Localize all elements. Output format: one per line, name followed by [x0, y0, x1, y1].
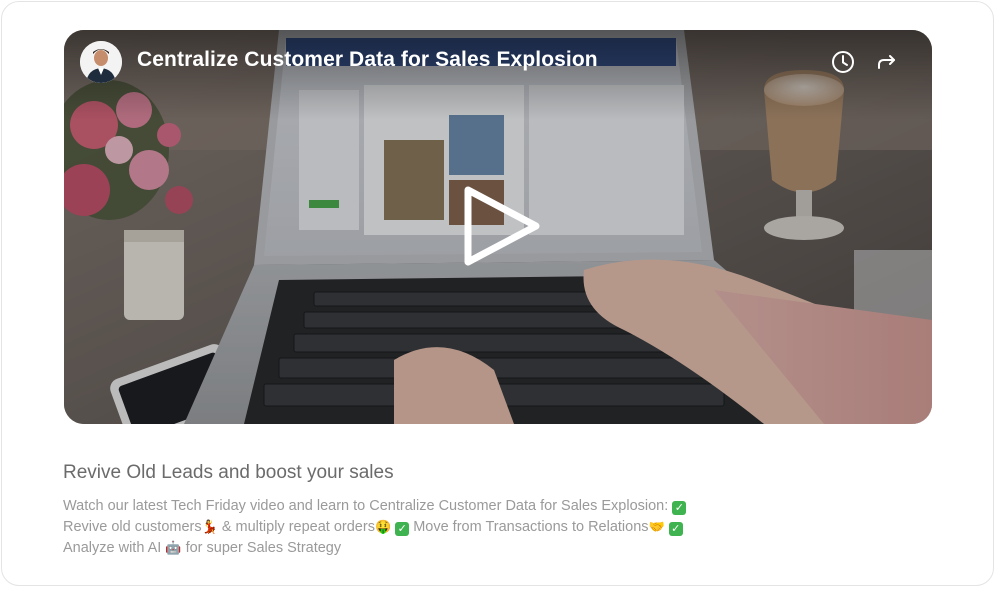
- description-line-1: Watch our latest Tech Friday video and l…: [63, 496, 823, 517]
- clock-icon[interactable]: [830, 49, 856, 75]
- money-face-emoji-icon: 🤑: [374, 519, 392, 534]
- check-icon: ✓: [668, 522, 683, 536]
- share-arrow-icon[interactable]: [874, 49, 900, 75]
- line2-text-c: Move from Transactions to Relations: [409, 519, 649, 535]
- check-icon: ✓: [672, 501, 687, 515]
- video-player[interactable]: Centralize Customer Data for Sales Explo…: [64, 30, 932, 424]
- post-heading: Revive Old Leads and boost your sales: [63, 462, 394, 483]
- line1-text: Watch our latest Tech Friday video and l…: [63, 498, 673, 514]
- line3-text-b: for super Sales Strategy: [181, 540, 342, 556]
- line3-text-a: Analyze with AI: [63, 540, 166, 556]
- description-line-2: Revive old customers💃 & multiply repeat …: [63, 517, 823, 538]
- line2-text-b: & multiply repeat orders: [217, 519, 375, 535]
- line2-text-a: Revive old customers: [63, 519, 202, 535]
- title-gradient: [64, 30, 932, 120]
- post-description: Watch our latest Tech Friday video and l…: [63, 496, 823, 559]
- handshake-emoji-icon: 🤝: [648, 519, 665, 534]
- play-icon[interactable]: [462, 186, 542, 266]
- presenter-avatar[interactable]: [80, 41, 122, 83]
- video-title: Centralize Customer Data for Sales Explo…: [137, 48, 598, 71]
- robot-emoji-icon: 🤖: [165, 540, 182, 555]
- description-line-3: Analyze with AI 🤖 for super Sales Strate…: [63, 538, 823, 559]
- post-card: Centralize Customer Data for Sales Explo…: [1, 1, 994, 586]
- avatar-icon: [80, 41, 122, 83]
- dancer-emoji-icon: 💃: [201, 519, 218, 534]
- check-icon: ✓: [395, 522, 410, 536]
